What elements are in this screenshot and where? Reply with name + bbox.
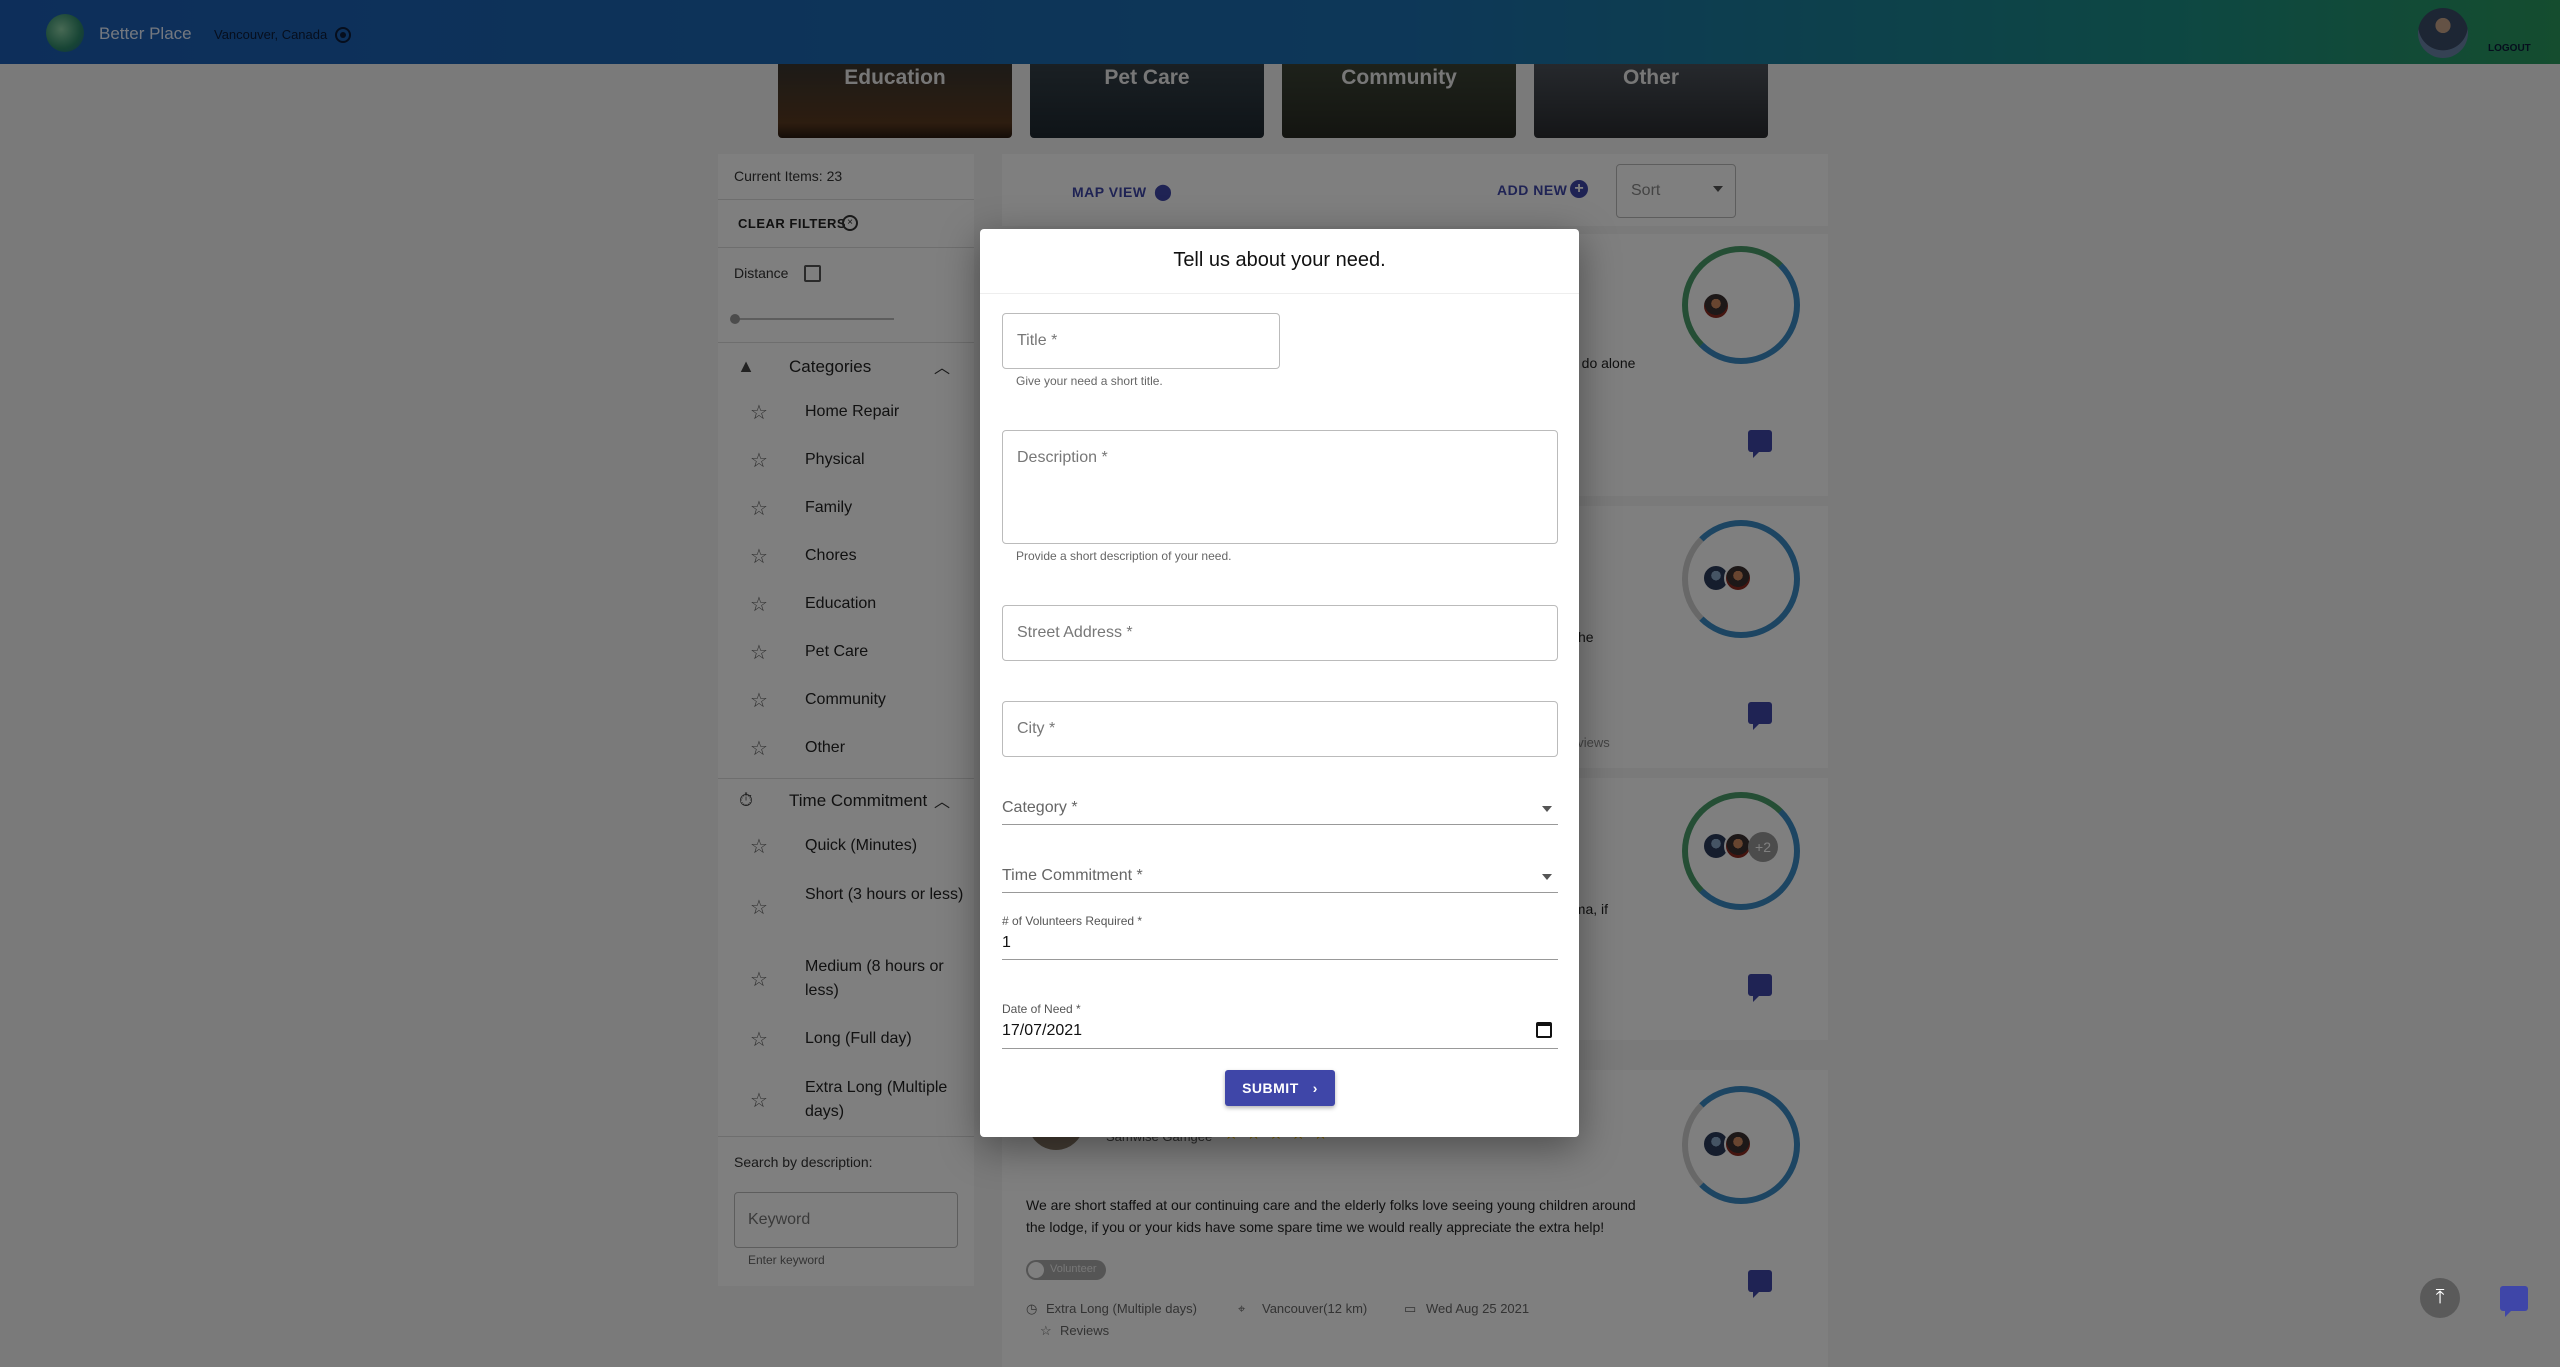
submit-button[interactable]: SUBMIT ›: [1225, 1070, 1335, 1106]
description-helper-text: Provide a short description of your need…: [1016, 549, 1232, 563]
date-of-need-input[interactable]: Date of Need * 17/07/2021: [1002, 1000, 1558, 1049]
new-need-dialog: Tell us about your need. Title * Give yo…: [980, 229, 1579, 1137]
dialog-title: Tell us about your need.: [1173, 249, 1386, 271]
scroll-to-top-icon[interactable]: ⤒: [2420, 1278, 2460, 1318]
date-of-need-label: Date of Need *: [1002, 1002, 1081, 1016]
dropdown-arrow-icon: [1542, 874, 1552, 880]
volunteers-required-label: # of Volunteers Required *: [1002, 914, 1143, 928]
description-input[interactable]: Description *: [1002, 430, 1558, 544]
city-label: City *: [1017, 720, 1056, 737]
title-helper-text: Give your need a short title.: [1016, 374, 1163, 388]
time-commitment-select[interactable]: Time Commitment *: [1002, 864, 1558, 893]
date-of-need-value: 17/07/2021: [1002, 1022, 1083, 1039]
street-address-label: Street Address *: [1017, 624, 1133, 641]
divider: [980, 293, 1579, 294]
modal-backdrop-header[interactable]: [0, 0, 2560, 64]
volunteers-required-input[interactable]: # of Volunteers Required * 1: [1002, 912, 1558, 960]
dropdown-arrow-icon: [1542, 806, 1552, 812]
title-input[interactable]: Title *: [1002, 313, 1280, 369]
time-commitment-select-label: Time Commitment *: [1002, 867, 1143, 884]
chevron-right-icon: ›: [1312, 1080, 1318, 1096]
submit-button-label: SUBMIT: [1242, 1080, 1299, 1096]
city-input[interactable]: City *: [1002, 701, 1558, 757]
category-select[interactable]: Category *: [1002, 796, 1558, 825]
street-address-input[interactable]: Street Address *: [1002, 605, 1558, 661]
calendar-icon[interactable]: [1536, 1022, 1552, 1038]
category-select-label: Category *: [1002, 799, 1078, 816]
title-input-label: Title *: [1017, 332, 1058, 349]
description-input-label: Description *: [1017, 449, 1108, 466]
volunteers-required-value: 1: [1002, 934, 1011, 951]
chat-fab-icon[interactable]: [2500, 1286, 2528, 1317]
